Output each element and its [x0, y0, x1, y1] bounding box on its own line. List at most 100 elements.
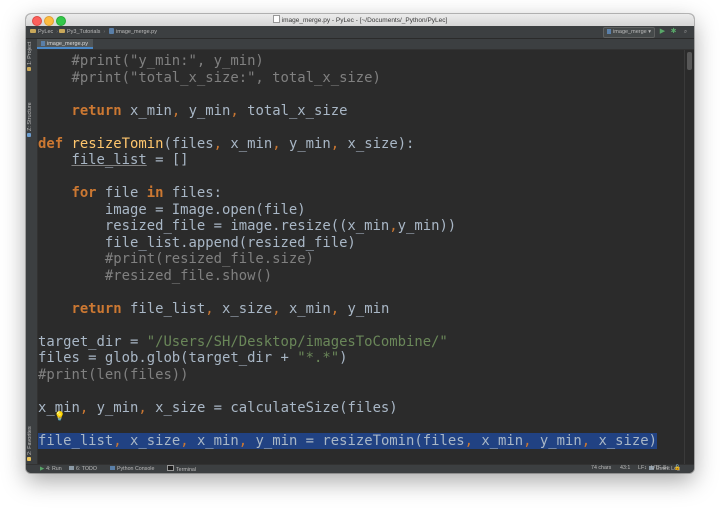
code-token: files: [163, 185, 223, 201]
code-line[interactable]: file_list.append(resized_file) [38, 235, 356, 252]
code-line[interactable]: image = Image.open(file) [38, 202, 306, 219]
code-token: #print("y_min:", y_min) [38, 53, 264, 69]
run-icon[interactable]: ▶ [658, 27, 667, 37]
code-token: , [330, 300, 340, 317]
status-encoding[interactable]: UTF-8↕ [651, 464, 669, 473]
structure-tool-tab[interactable]: Z: Structure [26, 101, 37, 137]
code-token: y_min [180, 102, 231, 119]
code-line[interactable]: resized_file = image.resize((x_min,y_min… [38, 218, 456, 235]
editor-scrollbar[interactable] [684, 50, 694, 464]
code-token: file_list [71, 152, 147, 168]
code-line[interactable]: #print("total_x_size:", total_x_size) [38, 69, 381, 87]
code-token: x_size [121, 432, 181, 449]
ide-window: image_merge.py - PyLec - [~/Documents/_P… [26, 14, 694, 473]
tab-image-merge[interactable]: image_merge.py [37, 39, 93, 49]
breadcrumb-separator-icon: › [103, 29, 106, 35]
code-token: y_min [88, 399, 139, 416]
code-line[interactable]: return file_list, x_size, x_min, y_min [38, 301, 389, 318]
python-file-icon [41, 41, 45, 46]
tab-label: image_merge.py [47, 41, 88, 47]
code-line[interactable]: x_min, y_min, x_size = calculateSize(fil… [38, 400, 398, 417]
search-icon[interactable]: ⌕ [681, 27, 690, 37]
code-line[interactable]: file_list, x_size, x_min, y_min = resize… [38, 432, 657, 449]
code-token: , [205, 300, 214, 317]
code-token: , [272, 135, 281, 152]
breadcrumb-file[interactable]: image_merge.py [109, 27, 157, 37]
code-token: x_size) [590, 432, 657, 449]
code-token: #print("total_x_size:", total_x_size) [38, 69, 381, 86]
code-token: def [38, 135, 64, 152]
code-token: in [146, 185, 164, 201]
code-line[interactable]: file_list = [] [38, 152, 189, 169]
favorites-tool-tab[interactable]: 2: Favorites [26, 426, 37, 461]
editor-tab-bar: image_merge.py [37, 39, 694, 50]
code-token: return [71, 102, 122, 119]
todo-tool-button[interactable]: 6: TODO [69, 465, 97, 473]
python-console-tool-button[interactable]: Python Console [110, 465, 154, 473]
code-token: target_dir = [38, 333, 147, 350]
code-line[interactable]: def resizeTomin(files, x_min, y_min, x_s… [38, 136, 414, 153]
file-icon [272, 15, 280, 23]
breadcrumb-folder[interactable]: Py3_Tutorials › [59, 27, 105, 37]
structure-tool-label: Z: Structure [27, 102, 33, 131]
code-token: = [] [146, 152, 189, 168]
run-configuration-select[interactable]: image_merge ▾ [603, 27, 655, 38]
code-editor[interactable]: #print("y_min:", y_min) #print("total_x_… [38, 50, 684, 464]
window-title: image_merge.py - PyLec - [~/Documents/_P… [26, 15, 694, 26]
todo-tool-label: 6: TODO [76, 466, 97, 472]
code-line[interactable]: #print(len(files)) [38, 367, 189, 384]
code-token: return [71, 300, 122, 317]
code-token: x_size): [339, 135, 415, 152]
folder-icon [59, 29, 65, 33]
code-token: , [238, 432, 248, 449]
terminal-tool-button[interactable]: Terminal [167, 465, 196, 473]
code-token: , [464, 432, 473, 449]
navigation-bar: PyLec › Py3_Tutorials › image_merge.py ima… [26, 26, 694, 39]
status-line-separator[interactable]: LF↕ [638, 464, 647, 473]
code-token: files = glob.glob(target_dir + [38, 350, 298, 366]
python-file-icon [109, 28, 114, 34]
star-icon [27, 457, 31, 461]
code-token: image = Image.open(file) [38, 201, 306, 218]
favorites-tool-label: 2: Favorites [27, 426, 33, 455]
code-token: x_min [280, 300, 331, 317]
code-line[interactable]: #print(resized_file.size) [38, 251, 314, 268]
lightbulb-icon[interactable]: 💡 [54, 411, 65, 422]
code-token: #print(resized_file.size) [38, 251, 314, 267]
code-token: file_list [121, 300, 206, 317]
python-console-icon [110, 466, 115, 470]
code-token: x_min [222, 135, 273, 152]
code-token: , [213, 135, 223, 152]
breadcrumb-project[interactable]: PyLec › [30, 27, 58, 37]
code-line[interactable]: return x_min, y_min, total_x_size [38, 103, 347, 120]
code-token: x_min [121, 102, 172, 119]
code-line[interactable]: #resized_file.show() [38, 268, 272, 285]
code-line[interactable]: target_dir = "/Users/SH/Desktop/imagesTo… [38, 334, 448, 351]
python-console-tool-label: Python Console [117, 466, 155, 472]
code-token: resizeTomin [71, 135, 164, 152]
code-token: , [581, 432, 591, 449]
run-tool-button[interactable]: ▶ 4: Run [40, 465, 62, 473]
lock-icon[interactable]: 🔓 [674, 464, 681, 473]
code-line[interactable]: #print("y_min:", y_min) [38, 53, 264, 70]
scrollbar-thumb[interactable] [687, 52, 692, 70]
terminal-icon [167, 465, 174, 471]
status-chars: 74 chars [591, 465, 612, 471]
code-token: y_min = resizeTomin(files [247, 432, 465, 449]
code-line[interactable]: files = glob.glob(target_dir + "*.*") [38, 350, 347, 367]
status-caret-position[interactable]: 43:1 [620, 464, 630, 473]
code-line[interactable]: for file in files: [38, 185, 222, 202]
debug-icon[interactable]: ✱ [669, 27, 678, 37]
project-tool-tab[interactable]: 1: Project [26, 41, 37, 71]
code-token: file [96, 185, 147, 201]
project-tool-label: 1: Project [27, 41, 33, 65]
python-file-icon [607, 29, 612, 34]
code-token: x_size = calculateSize(files) [146, 399, 398, 416]
terminal-tool-label: Terminal [176, 467, 197, 473]
code-token: "/Users/SH/Desktop/imagesToCombine/" [146, 333, 448, 350]
code-token: x_min [188, 432, 239, 449]
code-token: x_size [213, 300, 273, 317]
